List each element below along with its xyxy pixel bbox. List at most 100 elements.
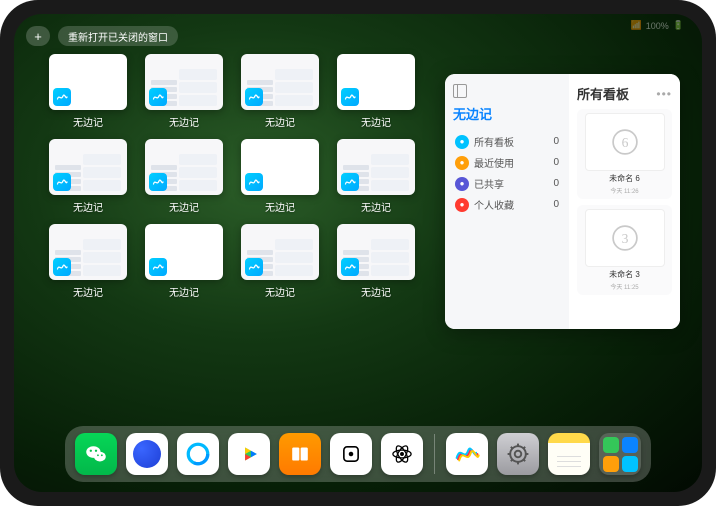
svg-text:3: 3 — [621, 231, 628, 246]
app-window[interactable]: 无边记 — [145, 224, 223, 299]
window-thumbnail[interactable] — [49, 139, 127, 195]
dock-app-notes[interactable] — [548, 433, 590, 475]
nav-count: 0 — [553, 178, 559, 189]
dock-app-freeform[interactable] — [446, 433, 488, 475]
app-window[interactable]: 无边记 — [145, 139, 223, 214]
board-title: 未命名 6 — [609, 173, 640, 184]
app-window[interactable]: 无边记 — [241, 54, 319, 129]
nav-count: 0 — [553, 157, 559, 168]
nav-label: 已共享 — [474, 176, 504, 191]
sidebar-nav-item[interactable]: ●个人收藏0 — [453, 194, 561, 215]
app-window[interactable]: 无边记 — [337, 139, 415, 214]
app-window[interactable]: 无边记 — [337, 54, 415, 129]
dock-app-dice[interactable] — [330, 433, 372, 475]
board-thumbnail: 6 — [585, 113, 665, 171]
sidebar-nav-item[interactable]: ● 所有看板 0 — [453, 131, 561, 152]
window-label: 无边记 — [361, 199, 391, 214]
sidebar-nav-item[interactable]: ● 已共享 0 — [453, 173, 561, 194]
sidebar-right: 所有看板 ••• 6未命名 6今天 11:263未命名 3今天 11:25 — [569, 74, 680, 329]
window-thumbnail[interactable] — [145, 224, 223, 280]
window-label: 无边记 — [265, 284, 295, 299]
dock-app-qq-browser[interactable] — [177, 433, 219, 475]
freeform-app-icon — [341, 258, 359, 276]
app-window[interactable]: 无边记 — [337, 224, 415, 299]
window-thumbnail[interactable] — [49, 54, 127, 110]
reopen-closed-window-pill[interactable]: 重新打开已关闭的窗口 — [58, 26, 178, 46]
board-subtitle: 今天 11:25 — [610, 282, 638, 291]
nav-count: 0 — [553, 136, 559, 147]
app-window[interactable]: 无边记 — [241, 224, 319, 299]
board-card[interactable]: 3 未命名 3 今天 11:25 — [577, 205, 672, 295]
window-thumbnail[interactable] — [49, 224, 127, 280]
window-label: 无边记 — [265, 199, 295, 214]
window-thumbnail[interactable] — [337, 224, 415, 280]
battery-icon: 🔋 — [673, 20, 684, 31]
dock-app-play-video[interactable] — [228, 433, 270, 475]
window-label: 无边记 — [361, 284, 391, 299]
nav-label: 所有看板 — [474, 134, 514, 149]
window-label: 无边记 — [73, 114, 103, 129]
freeform-app-icon — [53, 88, 71, 106]
signal-indicator: 📶 — [631, 20, 642, 31]
app-window[interactable]: 无边记 — [241, 139, 319, 214]
nav-icon: ● — [455, 177, 469, 191]
dock-separator — [434, 434, 435, 474]
window-label: 无边记 — [169, 284, 199, 299]
freeform-app-icon — [53, 173, 71, 191]
freeform-app-icon — [245, 258, 263, 276]
freeform-app-icon — [341, 173, 359, 191]
nav-icon: ● — [455, 156, 469, 170]
dock-app-books[interactable] — [279, 433, 321, 475]
window-label: 无边记 — [169, 114, 199, 129]
nav-label: 最近使用 — [474, 155, 514, 170]
new-tab-button[interactable]: + — [26, 26, 50, 46]
window-thumbnail[interactable] — [337, 54, 415, 110]
screen: 📶 100% 🔋 + 重新打开已关闭的窗口 无边记无边记无边记无边记无边记无边记… — [14, 14, 702, 492]
svg-text:6: 6 — [621, 135, 628, 150]
sidebar-title: 无边记 — [453, 104, 561, 123]
freeform-app-icon — [53, 258, 71, 276]
ipad-frame: 📶 100% 🔋 + 重新打开已关闭的窗口 无边记无边记无边记无边记无边记无边记… — [0, 0, 716, 506]
sidebar-nav-item[interactable]: ● 最近使用 0 — [453, 152, 561, 173]
window-thumbnail[interactable] — [337, 139, 415, 195]
status-bar: 📶 100% 🔋 — [631, 20, 684, 31]
window-thumbnail[interactable] — [241, 54, 319, 110]
freeform-app-icon — [149, 258, 167, 276]
window-label: 无边记 — [265, 114, 295, 129]
freeform-app-icon — [149, 173, 167, 191]
all-boards-title: 所有看板 — [577, 84, 629, 103]
app-window[interactable]: 无边记 — [49, 139, 127, 214]
window-label: 无边记 — [169, 199, 199, 214]
board-title: 未命名 3 — [609, 269, 640, 280]
window-thumbnail[interactable] — [145, 139, 223, 195]
board-card[interactable]: 6未命名 6今天 11:26 — [577, 109, 672, 199]
battery-text: 100% — [646, 21, 669, 31]
nav-icon: ● — [455, 135, 469, 149]
board-thumbnail: 3 — [585, 209, 665, 267]
more-icon[interactable]: ••• — [656, 87, 672, 101]
dock-app-wechat[interactable] — [75, 433, 117, 475]
dock-app-settings[interactable] — [497, 433, 539, 475]
window-thumbnail[interactable] — [241, 224, 319, 280]
sidebar-toggle-icon[interactable] — [453, 84, 467, 98]
topbar: + 重新打开已关闭的窗口 — [26, 26, 178, 46]
window-label: 无边记 — [73, 199, 103, 214]
freeform-app-icon — [245, 173, 263, 191]
freeform-app-icon — [245, 88, 263, 106]
app-window[interactable]: 无边记 — [145, 54, 223, 129]
window-label: 无边记 — [73, 284, 103, 299]
window-thumbnail[interactable] — [145, 54, 223, 110]
sidebar-left: 无边记 ●所有看板0●最近使用0●已共享0●个人收藏0 — [445, 74, 569, 329]
freeform-sidebar-window[interactable]: 无边记 ●所有看板0●最近使用0●已共享0●个人收藏0 所有看板 ••• 6未命… — [445, 74, 680, 329]
dock-app-app-library[interactable] — [599, 433, 641, 475]
window-label: 无边记 — [361, 114, 391, 129]
app-window[interactable]: 无边记 — [49, 224, 127, 299]
nav-icon: ● — [455, 198, 469, 212]
nav-count: 0 — [553, 199, 559, 210]
freeform-app-icon — [341, 88, 359, 106]
app-window[interactable]: 无边记 — [49, 54, 127, 129]
window-thumbnail[interactable] — [241, 139, 319, 195]
dock-app-quark[interactable] — [126, 433, 168, 475]
app-switcher-grid: 无边记无边记无边记无边记无边记无边记无边记无边记无边记无边记无边记无边记 — [49, 54, 409, 299]
dock-app-atom[interactable] — [381, 433, 423, 475]
